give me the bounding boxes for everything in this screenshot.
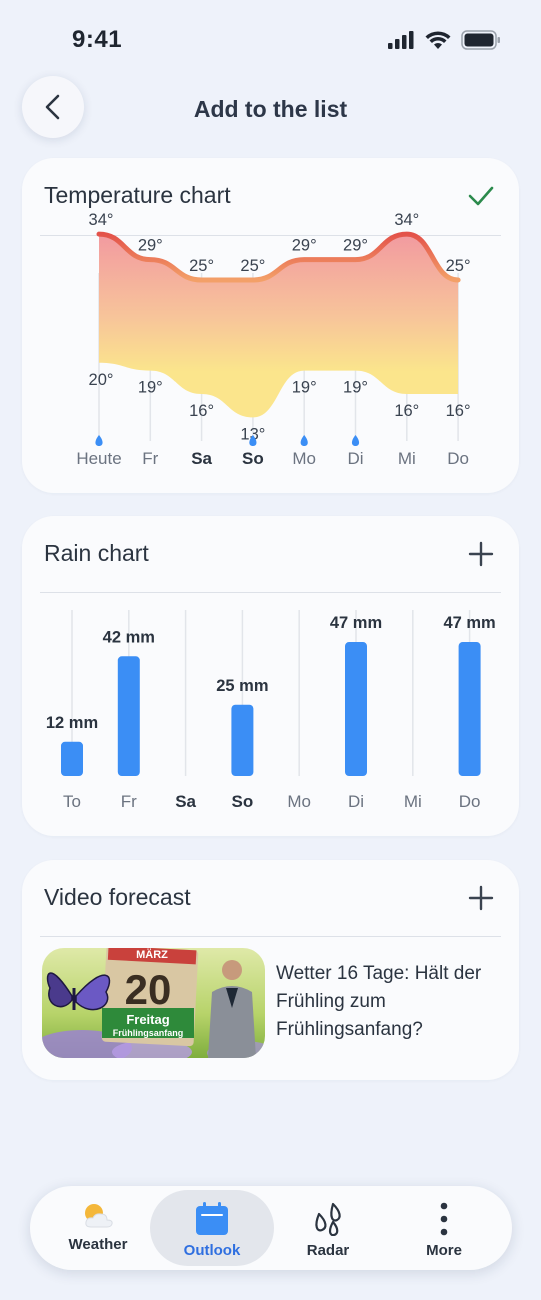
video-card-title: Video forecast bbox=[44, 884, 191, 910]
rain-day-label: Mo bbox=[287, 792, 311, 811]
thumbnail-month: MÄRZ bbox=[136, 948, 168, 961]
nav-more[interactable]: More bbox=[382, 1190, 506, 1266]
nav-label-more: More bbox=[426, 1242, 462, 1259]
temperature-day-label: Heute bbox=[76, 449, 121, 468]
temperature-low-label: 16° bbox=[189, 402, 214, 420]
temperature-low-label: 16° bbox=[446, 402, 471, 420]
more-vertical-icon bbox=[440, 1202, 448, 1236]
bottom-nav: Weather Outlook Radar More bbox=[30, 1186, 512, 1270]
rain-day-label: Mi bbox=[404, 792, 422, 811]
temperature-day-label: Fr bbox=[142, 449, 158, 468]
rain-day-label: Do bbox=[459, 792, 481, 811]
rain-value-label: 47 mm bbox=[443, 614, 495, 632]
temperature-day-label: So bbox=[242, 449, 264, 468]
status-bar: 9:41 bbox=[0, 0, 541, 80]
raindrop-icon bbox=[95, 435, 103, 446]
rain-value-label: 12 mm bbox=[46, 714, 98, 732]
temperature-high-label: 25° bbox=[446, 257, 471, 275]
temperature-high-label: 34° bbox=[394, 211, 419, 229]
rain-bar bbox=[231, 704, 254, 776]
rain-value-label: 25 mm bbox=[216, 677, 268, 695]
temperature-high-label: 25° bbox=[189, 257, 214, 275]
temperature-low-label: 20° bbox=[89, 371, 114, 389]
rain-day-label: Fr bbox=[121, 792, 137, 811]
rain-value-label: 42 mm bbox=[103, 628, 155, 646]
nav-label-weather: Weather bbox=[68, 1236, 128, 1253]
nav-radar[interactable]: Radar bbox=[266, 1190, 390, 1266]
thumbnail-caption: Frühlingsanfang bbox=[113, 1028, 184, 1038]
temperature-high-label: 25° bbox=[240, 257, 265, 275]
calendar-icon bbox=[196, 1202, 228, 1235]
video-add-button[interactable] bbox=[465, 882, 497, 914]
video-card-divider bbox=[40, 936, 501, 937]
nav-label-radar: Radar bbox=[306, 1242, 350, 1259]
temperature-low-label: 19° bbox=[343, 379, 368, 397]
rain-day-label: Di bbox=[348, 792, 364, 811]
page-title: Add to the list bbox=[193, 96, 348, 122]
temperature-low-label: 19° bbox=[138, 379, 163, 397]
thumbnail-weekday: Freitag bbox=[126, 1012, 169, 1027]
battery-icon bbox=[461, 30, 500, 50]
plus-icon bbox=[468, 885, 494, 911]
raindrop-icon bbox=[351, 435, 360, 446]
rain-card: Rain chart 12 mm To 42 mm Fr Sa 25 mm So Mo 47 m… bbox=[22, 516, 519, 836]
temperature-chart: 34°20°Heute29°19°Fr25°16°Sa25°13°So29°19… bbox=[76, 211, 471, 468]
temperature-low-label: 19° bbox=[292, 379, 317, 397]
temperature-high-label: 29° bbox=[343, 237, 368, 255]
temperature-day-label: Do bbox=[447, 449, 469, 468]
temperature-high-label: 29° bbox=[138, 237, 163, 255]
rain-bar bbox=[345, 642, 367, 776]
raindrops-icon bbox=[315, 1202, 341, 1236]
temperature-high-label: 29° bbox=[292, 237, 317, 255]
rain-value-label: 47 mm bbox=[330, 614, 382, 632]
rain-chart: 12 mm To 42 mm Fr Sa 25 mm So Mo 47 mm Di Mi 47 mm D… bbox=[46, 610, 496, 811]
wifi-icon bbox=[425, 30, 451, 49]
rain-day-label: To bbox=[63, 792, 81, 811]
temperature-day-label: Sa bbox=[191, 449, 212, 468]
rain-bar bbox=[458, 642, 481, 776]
nav-label-outlook: Outlook bbox=[183, 1242, 241, 1259]
rain-bar bbox=[117, 656, 140, 776]
temperature-day-label: Mo bbox=[292, 449, 316, 468]
header: Add to the list bbox=[0, 72, 541, 142]
raindrop-icon bbox=[300, 435, 308, 446]
thumbnail-day: 20 bbox=[125, 966, 172, 1013]
rain-day-label: So bbox=[232, 792, 254, 811]
video-description[interactable]: Wetter 16 Tage: Hält der Frühling zum Fr… bbox=[276, 960, 496, 1044]
video-card: Video forecast MÄRZ 20 Freitag Frühlings… bbox=[22, 860, 519, 1080]
rain-day-label: Sa bbox=[175, 792, 196, 811]
status-time: 9:41 bbox=[72, 26, 123, 53]
nav-outlook[interactable]: Outlook bbox=[150, 1190, 274, 1266]
nav-weather[interactable]: Weather bbox=[36, 1190, 160, 1266]
signal-icon bbox=[388, 31, 414, 49]
temperature-day-label: Di bbox=[347, 449, 363, 468]
rain-bar bbox=[61, 741, 83, 776]
temperature-day-label: Mi bbox=[398, 449, 416, 468]
temperature-low-label: 16° bbox=[394, 402, 419, 420]
temperature-card: Temperature chart 34° 20° Heute 29° 19° Fr 25°… bbox=[22, 158, 519, 493]
status-icons bbox=[387, 30, 501, 50]
temperature-high-label: 34° bbox=[89, 211, 114, 229]
video-thumbnail[interactable]: MÄRZ 20 Freitag Frühlingsanfang bbox=[42, 948, 265, 1058]
sun-cloud-icon bbox=[85, 1204, 113, 1228]
